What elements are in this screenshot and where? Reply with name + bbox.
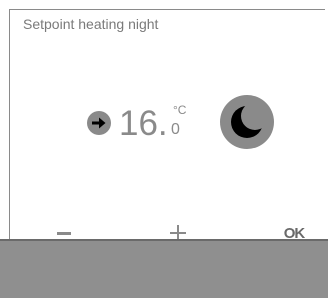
minus-icon [57,231,71,235]
screen-title: Setpoint heating night [23,16,159,32]
setpoint-decimal: 0 [171,121,180,138]
device-footer [0,239,328,298]
arrow-right-icon [87,111,111,135]
moon-icon [220,95,274,149]
display-screen: Setpoint heating night 16. °C 0 OK [9,9,325,242]
thermostat-device: Setpoint heating night 16. °C 0 OK [0,0,328,298]
setpoint-value: 16. [119,104,168,143]
setpoint-unit: °C [173,103,187,117]
